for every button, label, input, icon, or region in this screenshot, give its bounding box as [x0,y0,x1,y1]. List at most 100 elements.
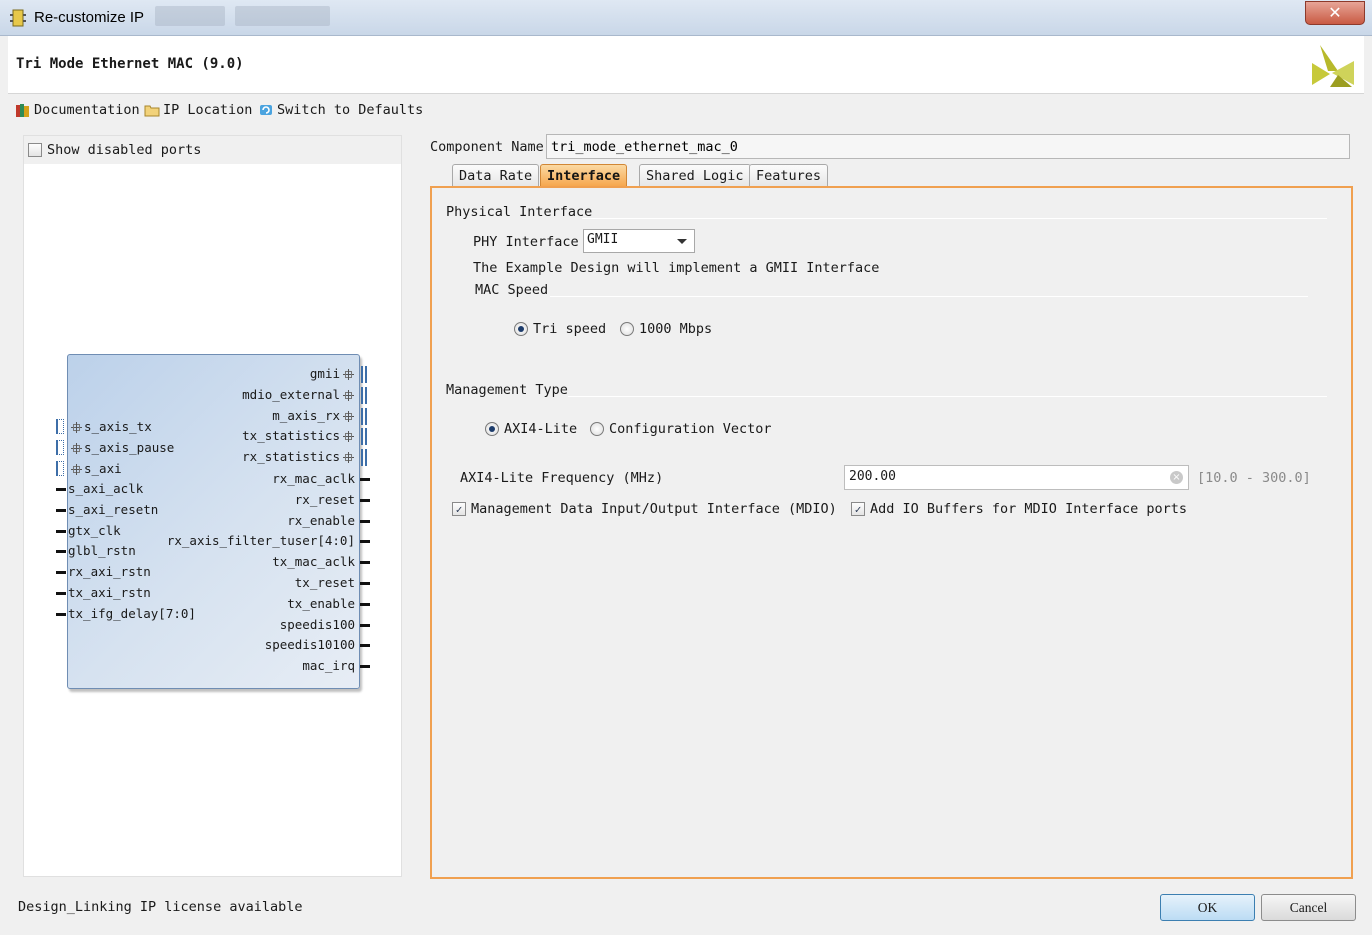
expand-icon[interactable] [343,369,354,380]
radio-indicator-selected[interactable] [514,322,528,336]
port-pin [360,540,370,544]
ip-location-label: IP Location [163,102,253,118]
chevron-down-icon [677,239,687,244]
tab-features[interactable]: Features [749,164,829,187]
port-label: speedis10100 [264,637,355,653]
window-title: Re-customize IP [34,9,145,26]
tab-interface[interactable]: Interface [540,164,628,187]
port-pin [56,550,66,554]
port-label: gtx_clk [68,522,121,538]
refresh-icon [260,105,272,115]
component-name-input[interactable] [546,134,1350,159]
port-pin [360,582,370,585]
license-status: Design_Linking IP license available [18,899,303,915]
port-label: rx_reset [294,491,355,507]
radio-axi4-lite[interactable]: AXI4-Lite [485,421,577,437]
port-pin [360,623,370,627]
physical-interface-title: Physical Interface [446,204,593,220]
mdio-check-box[interactable]: ✓ [452,502,466,516]
expand-icon[interactable] [71,463,82,475]
axi4-lite-frequency-label: AXI4-Lite Frequency (MHz) [460,470,664,486]
port-pin [360,478,370,481]
folder-icon [144,105,160,117]
tab-data-rate[interactable]: Data Rate [452,164,540,187]
tab-shared-logic[interactable]: Shared Logic [639,164,751,187]
bus-interface-icon [361,428,367,446]
1000-mbps-label: 1000 Mbps [639,321,713,337]
port-label: s_axi_aclk [68,481,144,496]
port-label: s_axi [84,460,122,476]
show-disabled-ports-box[interactable] [28,143,42,157]
bus-interface-icon [361,366,367,383]
expand-icon[interactable] [343,431,354,443]
frequency-range-hint: [10.0 - 300.0] [1197,470,1311,486]
expand-icon[interactable] [343,452,354,464]
radio-configuration-vector[interactable]: Configuration Vector [590,421,772,437]
port-pin [360,519,370,523]
port-pin [360,602,370,606]
bus-interface-icon [56,419,64,434]
background-window-ghost [155,6,225,26]
io-buffers-check-box[interactable]: ✓ [851,502,865,516]
ip-header: Tri Mode Ethernet MAC (9.0) [8,36,1364,94]
bus-interface-icon [361,407,367,425]
port-label: rx_axi_rstn [68,564,151,580]
switch-to-defaults-button[interactable]: Switch to Defaults [258,101,423,119]
port-pin [56,508,66,512]
expand-icon[interactable] [71,442,82,454]
mdio-checkbox[interactable]: ✓ Management Data Input/Output Interface… [452,501,837,517]
port-label: tx_axi_rstn [68,585,151,600]
documentation-button[interactable]: Documentation [15,101,140,119]
configuration-vector-label: Configuration Vector [609,421,772,437]
port-label: tx_enable [287,595,355,611]
radio-indicator[interactable] [590,422,604,436]
bus-interface-icon [56,460,64,476]
phy-interface-label: PHY Interface [473,234,579,250]
phy-interface-select[interactable]: GMII [583,229,695,253]
axi4-lite-frequency-value: 200.00 [849,469,896,484]
management-type-title: Management Type [446,382,568,398]
port-pin [56,529,66,533]
port-pin [56,592,66,595]
mdio-label: Management Data Input/Output Interface (… [471,501,837,517]
io-buffers-checkbox[interactable]: ✓ Add IO Buffers for MDIO Interface port… [851,501,1187,517]
show-disabled-ports-checkbox[interactable]: Show disabled ports [28,142,201,158]
app-icon [10,9,26,27]
radio-tri-speed[interactable]: Tri speed [514,321,606,337]
port-pin [360,561,370,565]
radio-1000-mbps[interactable]: 1000 Mbps [620,321,712,337]
axi4-lite-label: AXI4-Lite [504,421,578,437]
bus-interface-icon [361,386,367,404]
clear-icon[interactable]: × [1170,471,1183,484]
switch-to-defaults-label: Switch to Defaults [277,102,424,118]
bus-interface-icon [361,449,367,467]
port-label: mac_irq [302,658,355,674]
port-pin [360,644,370,648]
port-label: tx_mac_aclk [272,554,355,570]
port-label: rx_statistics [242,449,340,465]
port-label: s_axis_tx [84,419,152,434]
mac-speed-title: MAC Speed [475,282,549,298]
book-icon [16,104,29,117]
component-name-label: Component Name [430,139,544,155]
expand-icon[interactable] [343,410,354,422]
tri-speed-label: Tri speed [533,321,607,337]
section-divider [568,396,1327,397]
cancel-button[interactable]: Cancel [1261,894,1356,921]
expand-icon[interactable] [71,422,82,433]
window-title-bar: Re-customize IP ✕ [0,0,1372,36]
radio-indicator-selected[interactable] [485,422,499,436]
ip-location-button[interactable]: IP Location [144,101,252,119]
ok-button[interactable]: OK [1160,894,1255,921]
port-pin [56,612,66,616]
expand-icon[interactable] [343,389,354,401]
radio-indicator[interactable] [620,322,634,336]
port-pin [56,571,66,575]
port-label: gmii [309,366,340,381]
port-label: rx_axis_filter_tuser[4:0] [166,533,355,549]
axi4-lite-frequency-input[interactable]: 200.00 × [844,465,1189,490]
close-button[interactable]: ✕ [1305,1,1365,25]
port-label: tx_reset [294,575,355,590]
port-label: mdio_external [242,386,340,402]
section-divider [582,218,1327,219]
